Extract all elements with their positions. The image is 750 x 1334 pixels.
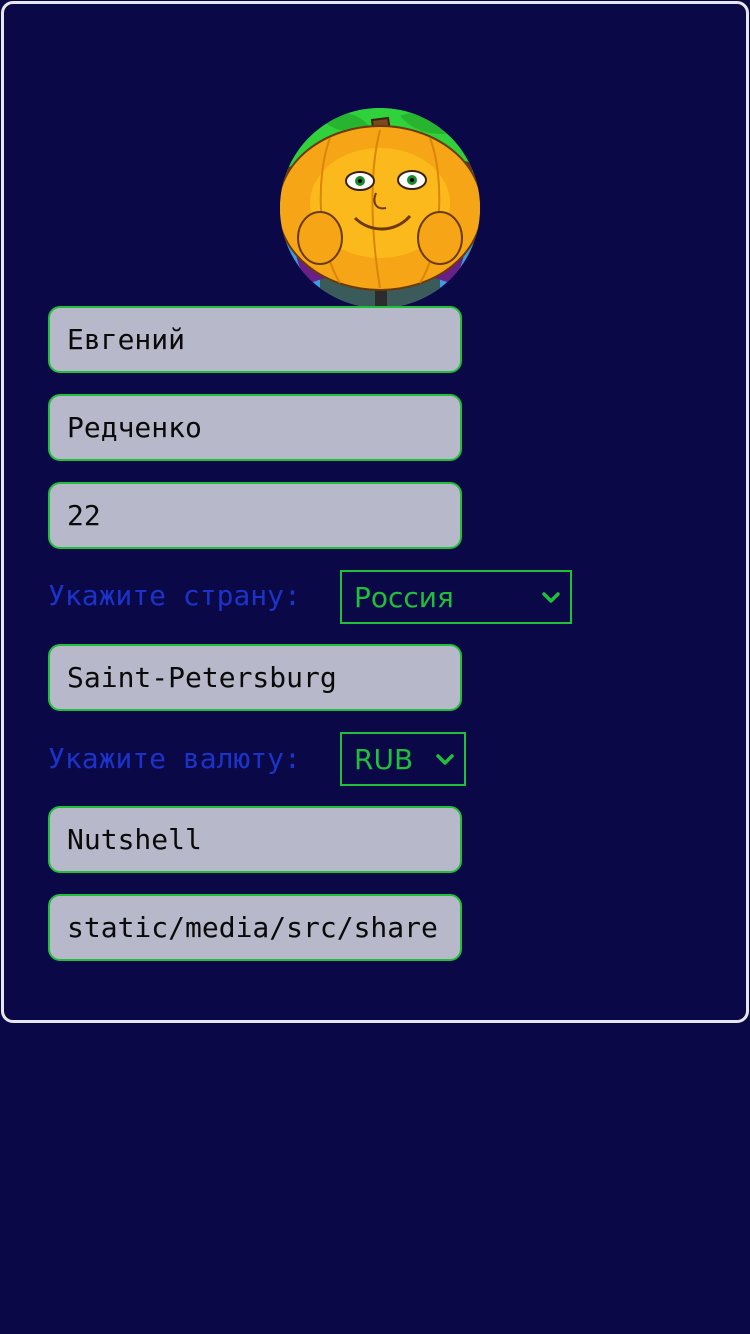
avatar-path-input[interactable] [48, 894, 462, 961]
country-select[interactable]: Россия [340, 570, 572, 624]
chevron-down-icon [436, 754, 454, 765]
currency-label: Укажите валюту: [48, 742, 301, 775]
country-label: Укажите страну: [48, 579, 301, 612]
currency-select[interactable]: RUB [340, 732, 466, 786]
last-name-input[interactable] [48, 394, 462, 461]
nickname-input[interactable] [48, 806, 462, 873]
chevron-down-icon [542, 592, 560, 603]
pumpkin-avatar-icon [280, 108, 480, 308]
city-input[interactable] [48, 644, 462, 711]
country-selected-value: Россия [354, 580, 454, 614]
avatar [280, 108, 480, 308]
first-name-input[interactable] [48, 306, 462, 373]
age-input[interactable] [48, 482, 462, 549]
currency-selected-value: RUB [354, 742, 414, 776]
profile-card: Укажите страну: Россия Укажите валюту: R… [1, 1, 749, 1023]
